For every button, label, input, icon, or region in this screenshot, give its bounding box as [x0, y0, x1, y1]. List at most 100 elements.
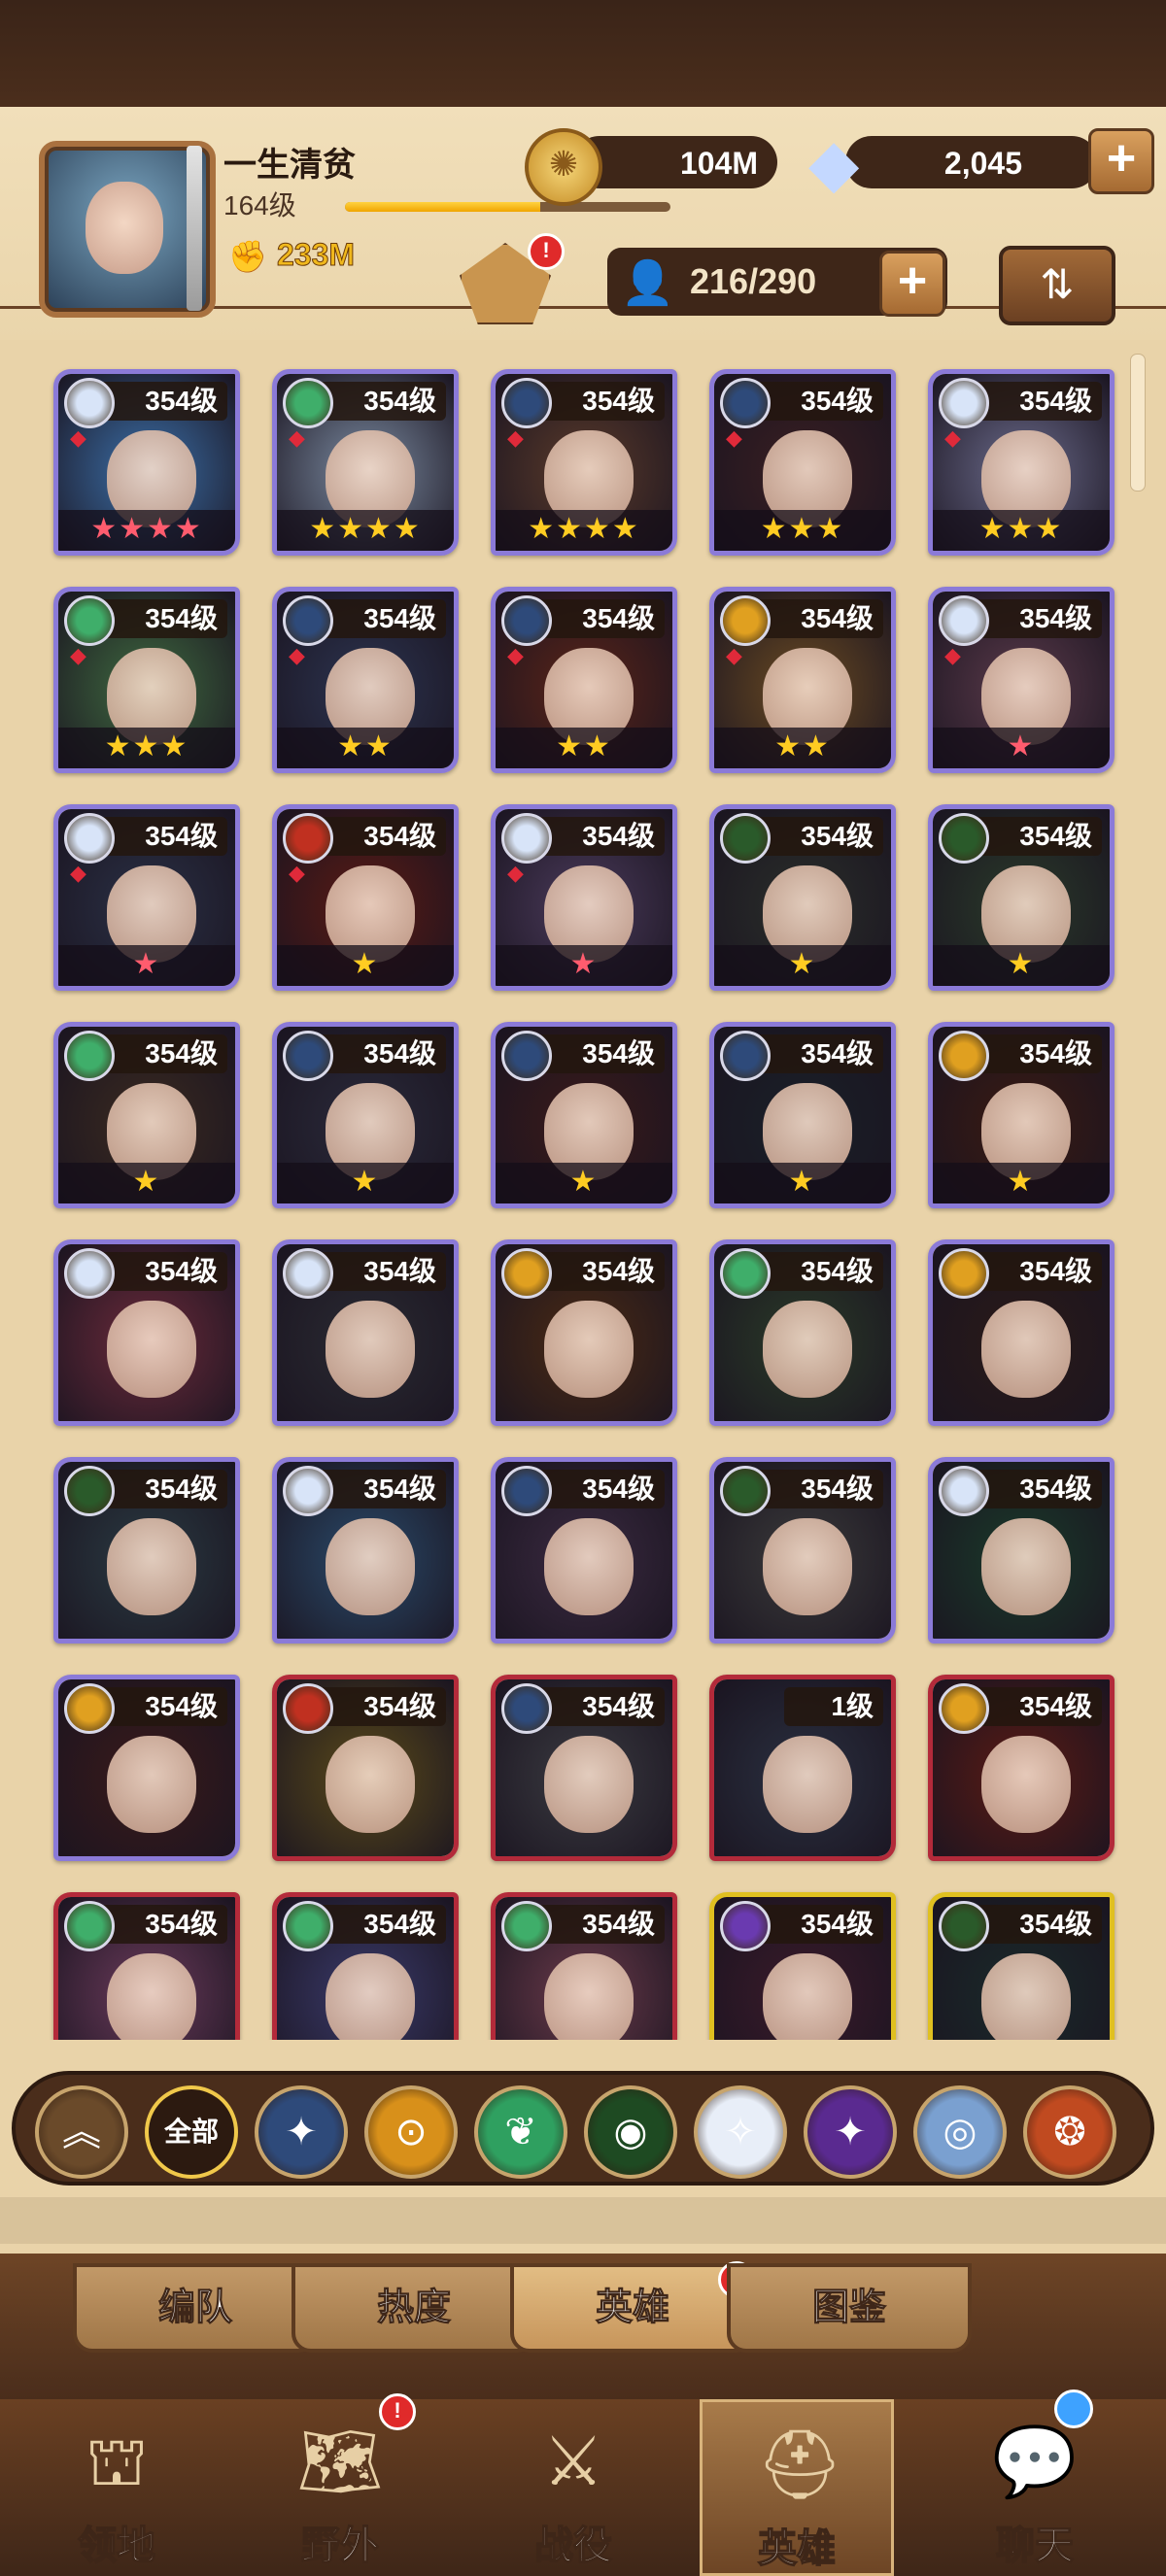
hero-card[interactable]: 354级 ◆ ★★★: [709, 369, 896, 556]
ascension-gem-icon: ◆: [507, 861, 524, 885]
expand-capacity-button[interactable]: +: [879, 251, 945, 317]
hero-face: [981, 1518, 1071, 1615]
ascension-gem-icon: ◆: [289, 643, 305, 667]
hero-card[interactable]: 354级 ◆ ★: [272, 804, 459, 991]
nav-sword-shield[interactable]: ⚔ 战役: [476, 2399, 670, 2576]
hero-card[interactable]: 354级 ★: [53, 1022, 240, 1208]
hero-card[interactable]: 354级 ◆ ★★: [709, 587, 896, 773]
wilder-faction-icon: [720, 1248, 771, 1299]
hero-card[interactable]: 354级: [709, 1892, 896, 2040]
hero-card[interactable]: 354级: [928, 1457, 1115, 1644]
filter-mauler-icon[interactable]: ⊙: [364, 2085, 458, 2179]
hero-card[interactable]: 354级 ★: [272, 1022, 459, 1208]
hero-stars: ★: [496, 1163, 672, 1203]
lightbearer-faction-icon: [283, 1031, 333, 1081]
hero-card[interactable]: 354级 ◆ ★★★★: [272, 369, 459, 556]
nav-map-scroll[interactable]: 🗺 野外!: [243, 2393, 437, 2576]
exp-bar: [345, 202, 670, 212]
filter-lightbearer-icon[interactable]: ✦: [255, 2085, 348, 2179]
camp-button[interactable]: !: [442, 233, 568, 340]
hero-card[interactable]: 354级 ★: [709, 804, 896, 991]
hero-card[interactable]: 354级: [928, 1675, 1115, 1861]
hero-card[interactable]: 354级 ◆ ★★★: [53, 587, 240, 773]
hero-card[interactable]: 354级 ◆ ★★★★: [491, 369, 677, 556]
hypogean-icon: ✦: [834, 2111, 867, 2153]
lightbearer-faction-icon: [501, 595, 552, 646]
helmet-icon: ⛑: [756, 2426, 843, 2502]
hero-card[interactable]: 354级: [491, 1675, 677, 1861]
hero-level: 354级: [973, 1034, 1102, 1073]
hero-stars: ★: [714, 945, 891, 986]
mauler-faction-icon: [64, 1683, 115, 1734]
nav-castle[interactable]: ⛫ 领地: [19, 2399, 214, 2576]
tab-3[interactable]: 图鉴: [727, 2263, 972, 2353]
hero-card[interactable]: 354级 ◆ ★: [491, 804, 677, 991]
ascension-gem-icon: ◆: [944, 643, 961, 667]
wilder-faction-icon: [64, 1031, 115, 1081]
hero-stars: ★: [58, 945, 235, 986]
gold-value: 104M: [679, 146, 758, 181]
lightbearer-faction-icon: [501, 1683, 552, 1734]
hero-card[interactable]: 354级 ◆ ★★★: [928, 369, 1115, 556]
hero-card[interactable]: 354级: [53, 1239, 240, 1426]
hero-level: 354级: [98, 1905, 227, 1944]
sort-icon: ⇅: [1040, 261, 1075, 307]
tab-label: 热度: [376, 2288, 451, 2329]
hero-card[interactable]: 354级 ◆ ★: [928, 587, 1115, 773]
sort-button[interactable]: ⇅: [999, 246, 1115, 325]
hero-card[interactable]: 354级: [709, 1457, 896, 1644]
hero-card[interactable]: 354级 ◆ ★★: [272, 587, 459, 773]
hero-card[interactable]: 354级: [53, 1457, 240, 1644]
hero-face: [544, 1953, 634, 2040]
hero-card[interactable]: 354级: [709, 1239, 896, 1426]
hero-level: 354级: [317, 1034, 446, 1073]
hero-card[interactable]: 354级 ★: [491, 1022, 677, 1208]
filter-all-button[interactable]: 全部: [145, 2085, 238, 2179]
nav-label: 聊天: [995, 2524, 1075, 2568]
celestial-icon: ✧: [724, 2111, 757, 2153]
nav-helmet[interactable]: ⛑ 英雄: [700, 2399, 894, 2576]
hero-card[interactable]: 354级 ★: [709, 1022, 896, 1208]
hero-card[interactable]: 354级 ★: [928, 804, 1115, 991]
filter-celestial-icon[interactable]: ✧: [694, 2085, 787, 2179]
hero-card[interactable]: 354级: [928, 1239, 1115, 1426]
player-level: 164级: [223, 190, 296, 220]
filter-wilder-icon[interactable]: ❦: [474, 2085, 567, 2179]
hero-stars: ★: [933, 945, 1110, 986]
filter-dimensional-icon[interactable]: ◎: [913, 2085, 1007, 2179]
hero-card[interactable]: 354级: [928, 1892, 1115, 2040]
filter-hypogean-icon[interactable]: ✦: [804, 2085, 897, 2179]
hero-card[interactable]: 354级: [53, 1675, 240, 1861]
camp-alert-badge: !: [528, 233, 565, 270]
tab-0[interactable]: 编队: [73, 2263, 318, 2353]
hero-card[interactable]: 354级: [491, 1457, 677, 1644]
hero-stars: ★: [933, 728, 1110, 768]
filter-fire-icon[interactable]: ❂: [1023, 2085, 1116, 2179]
hero-face: [544, 1301, 634, 1398]
hero-stars: ★: [277, 1163, 454, 1203]
add-diamonds-button[interactable]: +: [1088, 128, 1154, 194]
hero-card[interactable]: 354级: [272, 1239, 459, 1426]
nav-chat[interactable]: 💬 聊天: [938, 2390, 1132, 2576]
tab-2[interactable]: 英雄!: [510, 2261, 755, 2353]
hero-card[interactable]: 354级: [272, 1457, 459, 1644]
hero-card[interactable]: 354级 ◆ ★: [53, 804, 240, 991]
filter-chevron-up-icon[interactable]: ︽: [35, 2085, 128, 2179]
hero-card[interactable]: 354级: [272, 1892, 459, 2040]
filter-graveborn-icon[interactable]: ◉: [584, 2085, 677, 2179]
hero-level: 1级: [784, 1687, 883, 1726]
tab-1[interactable]: 热度: [292, 2263, 536, 2353]
hero-level: 354级: [98, 1470, 227, 1508]
hero-card[interactable]: 354级: [272, 1675, 459, 1861]
tab-label: 编队: [157, 2288, 232, 2329]
hero-card[interactable]: 354级 ★: [928, 1022, 1115, 1208]
hero-card[interactable]: 354级: [491, 1239, 677, 1426]
lightbearer-icon: ✦: [285, 2111, 318, 2153]
hero-card[interactable]: 354级: [53, 1892, 240, 2040]
hero-level: 354级: [973, 817, 1102, 856]
hero-card[interactable]: 354级 ◆ ★★: [491, 587, 677, 773]
hero-card[interactable]: 354级 ◆ ★★★★: [53, 369, 240, 556]
hero-card[interactable]: 1级: [709, 1675, 896, 1861]
hero-card[interactable]: 354级: [491, 1892, 677, 2040]
hero-stars: ★★★★: [496, 510, 672, 551]
